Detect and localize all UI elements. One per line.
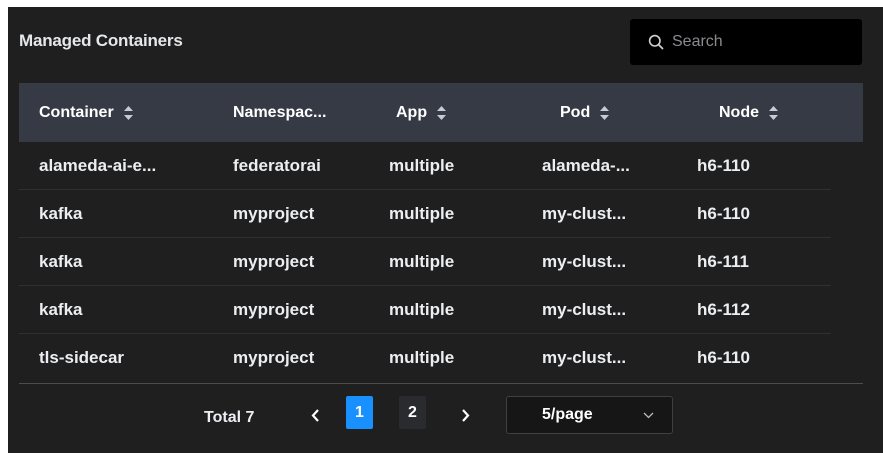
sort-icon[interactable] — [768, 105, 779, 121]
page-size-value: 5/page — [542, 406, 593, 423]
column-header-app[interactable]: App — [396, 83, 447, 142]
cell-pod: my-clust... — [542, 300, 627, 319]
column-header-container[interactable]: Container — [39, 83, 134, 142]
table-row[interactable]: kafka myproject multiple my-clust... h6-… — [19, 238, 831, 286]
search-icon — [648, 34, 664, 50]
cell-container: tls-sidecar — [39, 348, 125, 367]
cell-namespace: myproject — [233, 204, 315, 223]
cell-namespace: myproject — [233, 252, 315, 271]
sort-icon[interactable] — [436, 105, 447, 121]
cell-pod: my-clust... — [542, 252, 627, 271]
cell-namespace: myproject — [233, 348, 315, 367]
chevron-right-icon — [461, 408, 469, 422]
search-input[interactable] — [672, 33, 842, 51]
table-row[interactable]: tls-sidecar myproject multiple my-clust.… — [19, 334, 831, 381]
page-size-select[interactable]: 5/page — [506, 396, 673, 434]
prev-page-button[interactable] — [301, 400, 329, 430]
next-page-button[interactable] — [451, 400, 479, 430]
cell-pod: my-clust... — [542, 204, 627, 223]
table-row[interactable]: alameda-ai-e... federatorai multiple ala… — [19, 142, 831, 190]
table-divider — [19, 383, 863, 384]
cell-app: multiple — [389, 204, 455, 223]
cell-pod: my-clust... — [542, 348, 627, 367]
table-header: Container Namespac... App Pod Node — [19, 83, 863, 142]
sort-icon[interactable] — [123, 105, 134, 121]
cell-namespace: federatorai — [233, 156, 321, 175]
column-header-pod[interactable]: Pod — [560, 83, 610, 142]
column-label: Namespac... — [233, 103, 327, 121]
cell-container: kafka — [39, 252, 83, 271]
cell-node: h6-110 — [697, 204, 750, 223]
search-box[interactable] — [630, 19, 862, 65]
cell-app: multiple — [389, 156, 455, 175]
pagination-total: Total 7 — [204, 409, 255, 426]
column-header-node[interactable]: Node — [719, 83, 779, 142]
cell-node: h6-110 — [697, 348, 750, 367]
cell-container: kafka — [39, 300, 83, 319]
page-button-1[interactable]: 1 — [346, 396, 373, 429]
cell-app: multiple — [389, 348, 455, 367]
page-button-2[interactable]: 2 — [399, 396, 426, 429]
cell-node: h6-110 — [697, 156, 750, 175]
panel-title: Managed Containers — [19, 31, 183, 50]
cell-container: kafka — [39, 204, 83, 223]
table-row[interactable]: kafka myproject multiple my-clust... h6-… — [19, 286, 831, 334]
column-label: Container — [39, 103, 114, 121]
table-body: alameda-ai-e... federatorai multiple ala… — [19, 142, 831, 381]
cell-container: alameda-ai-e... — [39, 156, 157, 175]
cell-app: multiple — [389, 300, 455, 319]
cell-app: multiple — [389, 252, 455, 271]
cell-pod: alameda-... — [542, 156, 630, 175]
column-label: Pod — [560, 103, 591, 121]
column-label: App — [396, 103, 428, 121]
column-label: Node — [719, 103, 759, 121]
chevron-down-icon — [643, 412, 654, 419]
column-header-namespace[interactable]: Namespac... — [233, 83, 326, 142]
chevron-left-icon — [311, 408, 319, 422]
table-row[interactable]: kafka myproject multiple my-clust... h6-… — [19, 190, 831, 238]
cell-node: h6-111 — [697, 252, 749, 271]
cell-namespace: myproject — [233, 300, 315, 319]
cell-node: h6-112 — [697, 300, 750, 319]
sort-icon[interactable] — [599, 105, 610, 121]
